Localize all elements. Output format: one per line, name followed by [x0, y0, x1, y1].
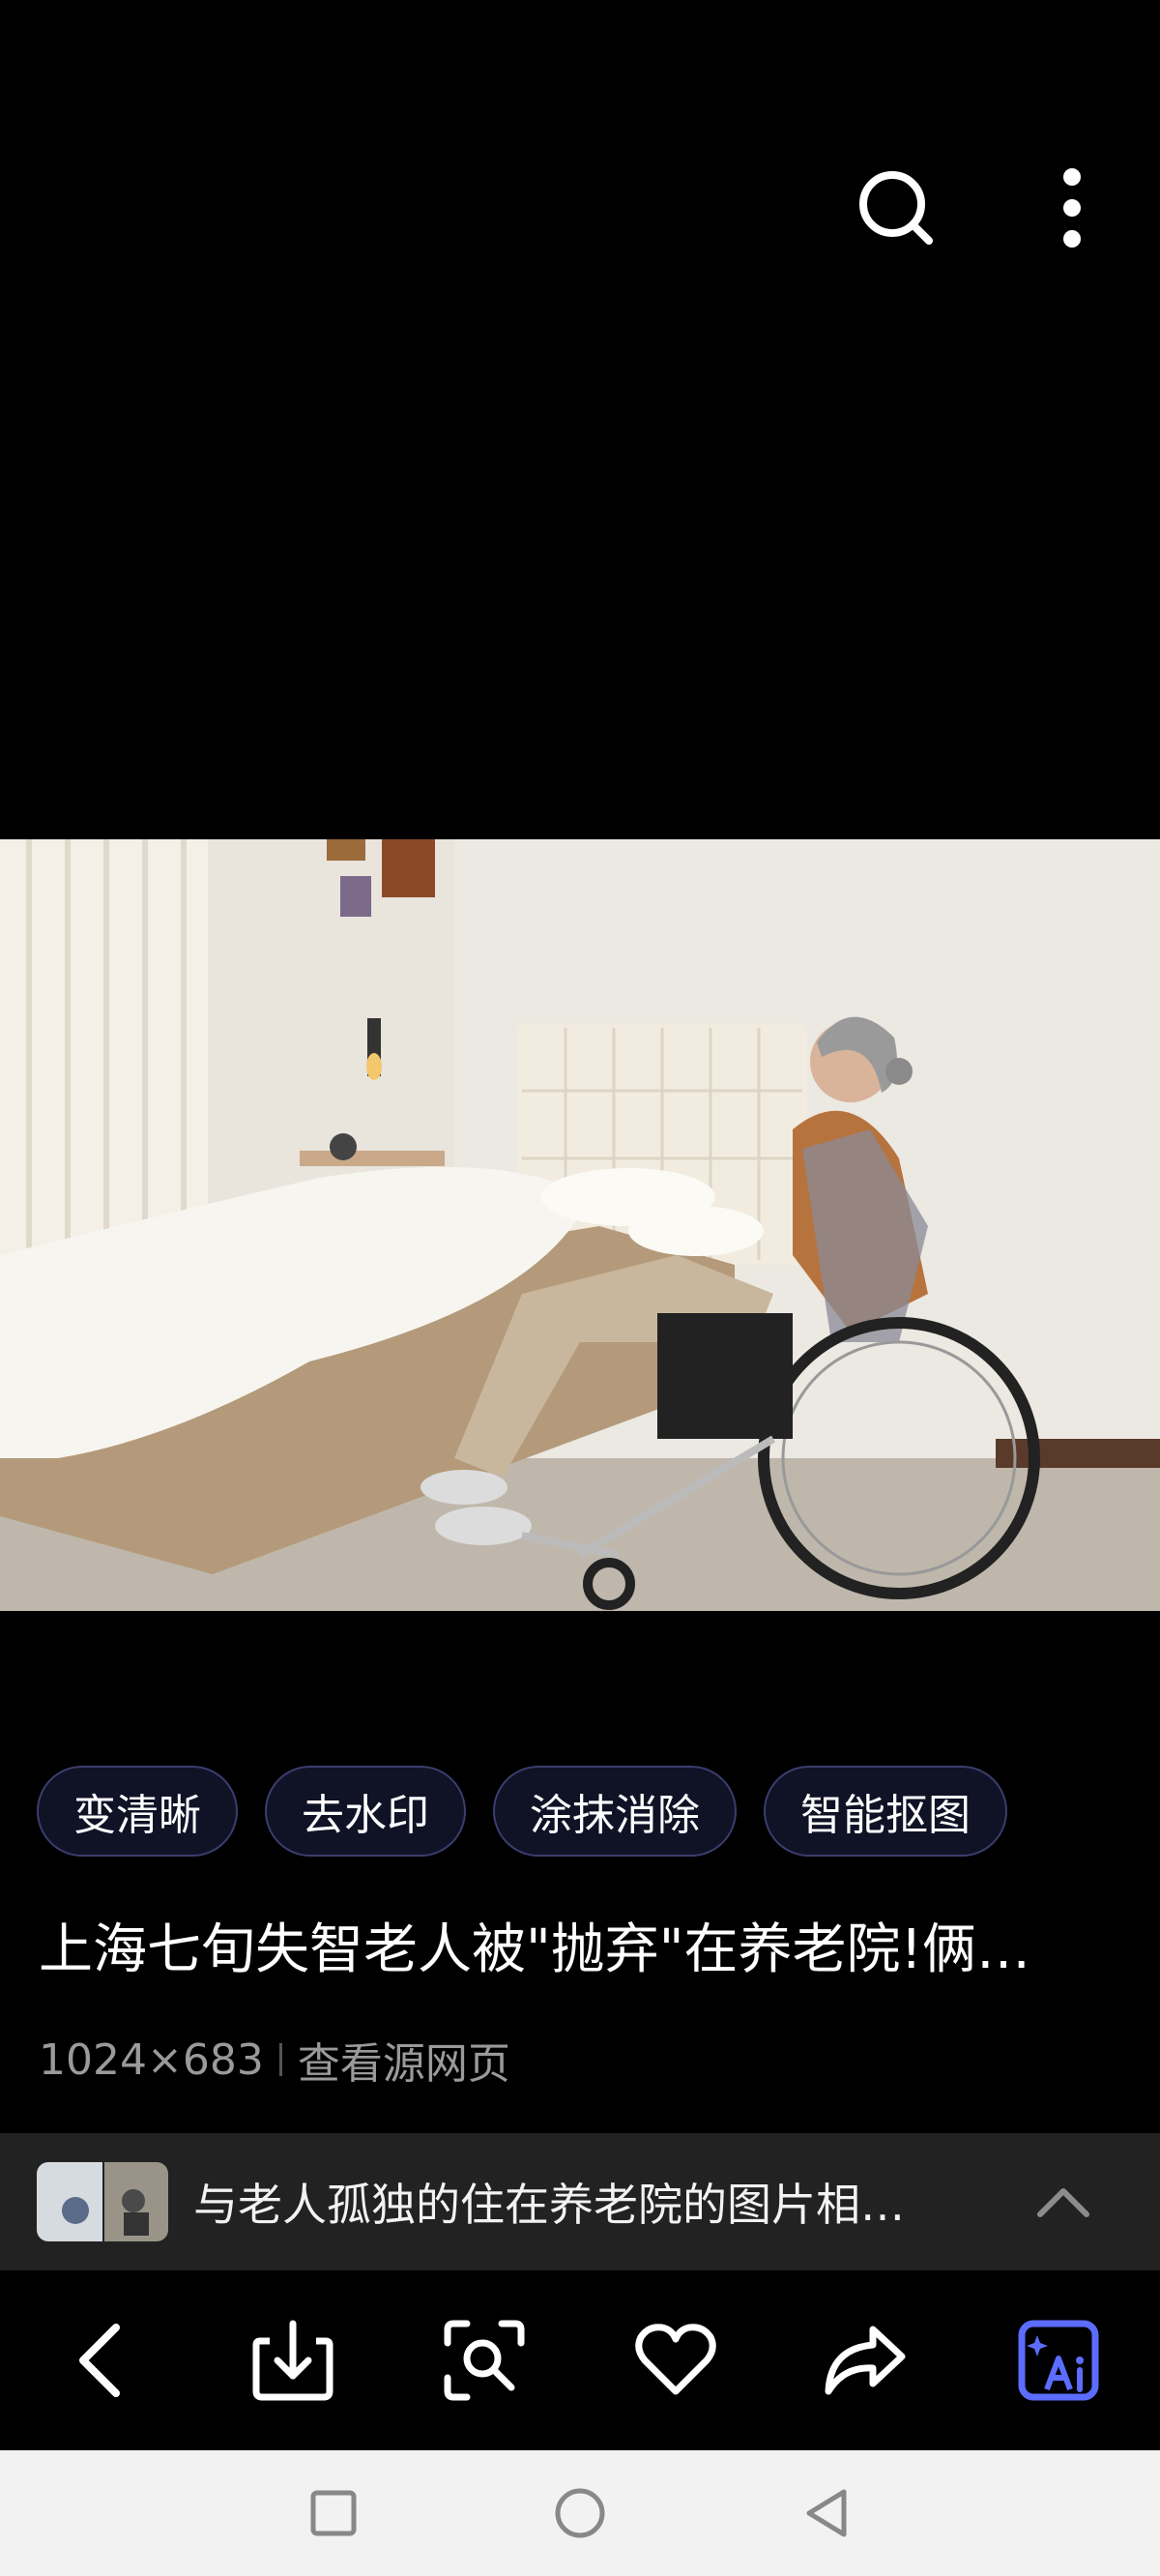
chevron-up-icon[interactable]	[1034, 2174, 1092, 2232]
favorite-button[interactable]	[623, 2307, 729, 2414]
smudge-erase-chip[interactable]: 涂抹消除	[493, 1766, 737, 1857]
share-icon	[825, 2326, 906, 2395]
search-button[interactable]	[853, 164, 940, 251]
related-text: 与老人孤独的住在养老院的图片相…	[193, 2179, 905, 2231]
system-nav-bar	[0, 2450, 1160, 2576]
recents-button[interactable]	[300, 2479, 367, 2547]
bottom-toolbar	[0, 2270, 1160, 2450]
system-back-button[interactable]	[793, 2479, 860, 2547]
back-button[interactable]	[50, 2307, 157, 2414]
more-button[interactable]	[1029, 164, 1116, 251]
result-meta: 1024×683 查看源网页	[39, 2029, 510, 2091]
image-search-icon	[444, 2320, 525, 2401]
photo-elderly-woman-wheelchair-icon	[0, 839, 1160, 1611]
download-button[interactable]	[240, 2307, 346, 2414]
related-thumbnail-icon	[37, 2162, 168, 2241]
circle-icon	[555, 2488, 605, 2538]
download-icon	[252, 2320, 334, 2401]
tool-chips: 变清晰 去水印 涂抹消除 智能抠图	[37, 1766, 1007, 1857]
image-dimensions: 1024×683	[39, 2034, 264, 2085]
back-icon	[79, 2324, 120, 2397]
triangle-back-icon	[806, 2489, 847, 2537]
smart-cutout-chip[interactable]: 智能抠图	[764, 1766, 1007, 1857]
view-source-link[interactable]: 查看源网页	[298, 2029, 510, 2091]
result-title[interactable]: 上海七旬失智老人被"抛弃"在养老院!俩…	[39, 1917, 1121, 1984]
share-button[interactable]	[812, 2307, 918, 2414]
remove-watermark-chip[interactable]: 去水印	[265, 1766, 466, 1857]
enhance-chip[interactable]: 变清晰	[37, 1766, 238, 1857]
home-button[interactable]	[546, 2479, 614, 2547]
meta-divider	[278, 2043, 282, 2076]
square-icon	[310, 2490, 357, 2536]
main-image[interactable]	[0, 839, 1160, 1611]
related-thumbnails	[37, 2162, 168, 2241]
image-search-button[interactable]	[431, 2307, 537, 2414]
search-icon	[859, 171, 933, 245]
heart-icon	[635, 2324, 716, 2395]
more-vertical-icon	[1063, 168, 1081, 248]
ai-icon	[1018, 2320, 1099, 2401]
ai-button[interactable]	[1005, 2307, 1112, 2414]
related-images-bar[interactable]: 与老人孤独的住在养老院的图片相…	[0, 2133, 1160, 2270]
